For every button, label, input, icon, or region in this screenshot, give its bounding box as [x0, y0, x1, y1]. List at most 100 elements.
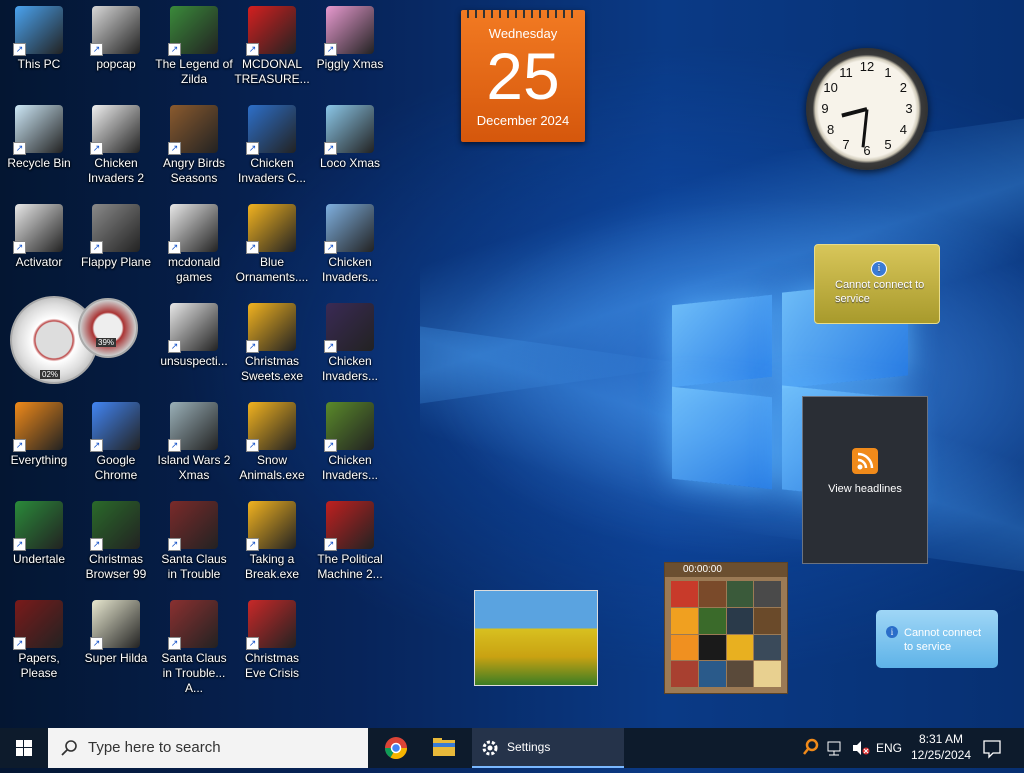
desktop-icon[interactable]: ↗ Flappy Plane	[77, 200, 155, 270]
desktop-icon[interactable]: ↗ Christmas Eve Crisis	[233, 596, 311, 681]
desktop-icon-image: ↗	[324, 501, 374, 551]
desktop-icon[interactable]: ↗ Chicken Invaders C...	[233, 101, 311, 186]
puzzle-tile[interactable]	[671, 581, 698, 607]
puzzle-tile[interactable]	[671, 661, 698, 687]
desktop-icon[interactable]: ↗ Snow Animals.exe	[233, 398, 311, 483]
desktop-icon[interactable]: ↗ Recycle Bin	[0, 101, 78, 171]
action-center-button[interactable]	[980, 728, 1004, 768]
desktop-icon[interactable]: ↗ Activator	[0, 200, 78, 270]
calendar-gadget[interactable]: Wednesday 25 December 2024	[461, 10, 585, 142]
desktop-icon[interactable]: ↗ Santa Claus in Trouble... A...	[155, 596, 233, 696]
start-button[interactable]	[0, 728, 48, 768]
shortcut-arrow-icon: ↗	[168, 142, 181, 155]
desktop-icon-label: Papers, Please	[18, 651, 60, 680]
puzzle-tile[interactable]	[698, 581, 726, 607]
puzzle-tile[interactable]	[754, 607, 781, 634]
puzzle-tile[interactable]	[726, 634, 754, 661]
desktop-icon[interactable]: ↗ Super Hilda	[77, 596, 155, 666]
desktop-icon[interactable]: ↗ popcap	[77, 2, 155, 72]
clock-hour-hand	[841, 107, 868, 118]
puzzle-tile[interactable]	[726, 581, 754, 607]
desktop-icon[interactable]: ↗ This PC	[0, 2, 78, 72]
puzzle-tile[interactable]	[698, 634, 726, 661]
puzzle-tile[interactable]	[698, 607, 726, 634]
desktop-icon-label: Santa Claus in Trouble	[161, 552, 227, 581]
desktop-icon[interactable]: ↗ Chicken Invaders...	[311, 398, 389, 483]
puzzle-tile[interactable]	[671, 607, 698, 634]
desktop-icon[interactable]: ↗ Christmas Browser 99	[77, 497, 155, 582]
desktop-icon-label: Blue Ornaments....	[235, 255, 309, 284]
desktop-icon-image: ↗	[324, 105, 374, 155]
rss-feed-gadget[interactable]: View headlines	[802, 396, 928, 564]
desktop-icon[interactable]: ↗ Chicken Invaders...	[311, 299, 389, 384]
memory-meter-gadget[interactable]: 39%	[78, 298, 138, 358]
desktop-icon-image: ↗	[246, 105, 296, 155]
desktop-icon[interactable]: ↗ Loco Xmas	[311, 101, 389, 171]
desktop-icon-label: Activator	[15, 255, 63, 269]
desktop-icon-image: ↗	[324, 303, 374, 353]
puzzle-tile[interactable]	[726, 607, 754, 634]
weather-message: Cannot connect to service	[835, 279, 925, 305]
clock-gadget[interactable]: 12 1 2 3 4 5 6 7 8 9 10 11	[806, 48, 928, 170]
shortcut-arrow-icon: ↗	[168, 241, 181, 254]
desktop-icon-image: ↗	[168, 501, 218, 551]
desktop-icon-label: Chicken Invaders C...	[237, 156, 307, 185]
desktop-icon[interactable]: ↗ mcdonald games	[155, 200, 233, 285]
desktop-icon[interactable]: ↗ unsuspecti...	[155, 299, 233, 369]
desktop-icon-label: Super Hilda	[84, 651, 148, 665]
desktop-icon[interactable]: ↗ Blue Ornaments....	[233, 200, 311, 285]
desktop-icon[interactable]: ↗ The Political Machine 2...	[311, 497, 389, 582]
desktop-icon[interactable]: ↗ Papers, Please	[0, 596, 78, 681]
picture-puzzle-gadget[interactable]: 00:00:00	[664, 562, 788, 694]
desktop-icon-image: ↗	[90, 204, 140, 254]
taskbar-clock[interactable]: 8:31 AM 12/25/2024	[906, 728, 976, 768]
desktop-icon-label: popcap	[96, 57, 136, 71]
desktop-icon-image: ↗	[324, 402, 374, 452]
puzzle-tile[interactable]	[754, 661, 781, 687]
puzzle-tile[interactable]	[754, 581, 781, 607]
desktop-icon-label: Chicken Invaders 2	[87, 156, 145, 185]
taskbar-search-box[interactable]: Type here to search	[48, 728, 368, 768]
shortcut-arrow-icon: ↗	[246, 43, 259, 56]
puzzle-tile[interactable]	[754, 634, 781, 661]
weather-gadget[interactable]: i Cannot connect to service	[814, 244, 940, 324]
puzzle-tile[interactable]	[726, 661, 754, 687]
desktop-icon[interactable]: ↗ Undertale	[0, 497, 78, 567]
network-gadget[interactable]: i Cannot connect to service	[876, 610, 998, 668]
clock-numeral: 3	[905, 101, 913, 116]
desktop-icon[interactable]: ↗ Chicken Invaders 2	[77, 101, 155, 186]
taskbar-settings[interactable]: Settings	[472, 728, 624, 768]
desktop-icon[interactable]: ↗ Santa Claus in Trouble	[155, 497, 233, 582]
shortcut-arrow-icon: ↗	[13, 439, 26, 452]
shortcut-arrow-icon: ↗	[246, 142, 259, 155]
taskbar-chrome[interactable]	[376, 728, 416, 768]
shortcut-arrow-icon: ↗	[324, 439, 337, 452]
clock-numeral: 11	[839, 64, 853, 80]
puzzle-board[interactable]	[671, 581, 781, 687]
desktop-icon[interactable]: ↗ The Legend of Zilda	[155, 2, 233, 87]
desktop-icon[interactable]: ↗ Google Chrome	[77, 398, 155, 483]
desktop-icon[interactable]: ↗ Piggly Xmas	[311, 2, 389, 72]
desktop-icon[interactable]: ↗ Chicken Invaders...	[311, 200, 389, 285]
taskbar-file-explorer[interactable]	[424, 728, 464, 768]
network-tray[interactable]	[823, 728, 847, 768]
notification-icon	[983, 740, 1001, 759]
desktop-icon[interactable]: ↗ Christmas Sweets.exe	[233, 299, 311, 384]
desktop-icon[interactable]: ↗ MCDONAL TREASURE...	[233, 2, 311, 87]
slideshow-gadget[interactable]	[474, 590, 598, 686]
puzzle-tile[interactable]	[698, 661, 726, 687]
taskbar-time: 8:31 AM	[918, 732, 964, 746]
search-everything-tray[interactable]	[800, 728, 820, 768]
desktop-icon-label: Christmas Sweets.exe	[240, 354, 304, 383]
desktop-icon[interactable]: ↗ Taking a Break.exe	[233, 497, 311, 582]
desktop-icon[interactable]: ↗ Island Wars 2 Xmas	[155, 398, 233, 483]
volume-tray[interactable]	[849, 728, 873, 768]
language-indicator[interactable]: ENG	[876, 728, 904, 768]
view-headlines-link[interactable]: View headlines	[803, 483, 927, 495]
calendar-month-year: December 2024	[476, 113, 570, 128]
desktop-icon-image: ↗	[13, 6, 63, 56]
desktop-icon[interactable]: ↗ Angry Birds Seasons	[155, 101, 233, 186]
desktop-icon[interactable]: ↗ Everything	[0, 398, 78, 468]
puzzle-tile[interactable]	[671, 634, 698, 661]
desktop-icon-image: ↗	[13, 204, 63, 254]
